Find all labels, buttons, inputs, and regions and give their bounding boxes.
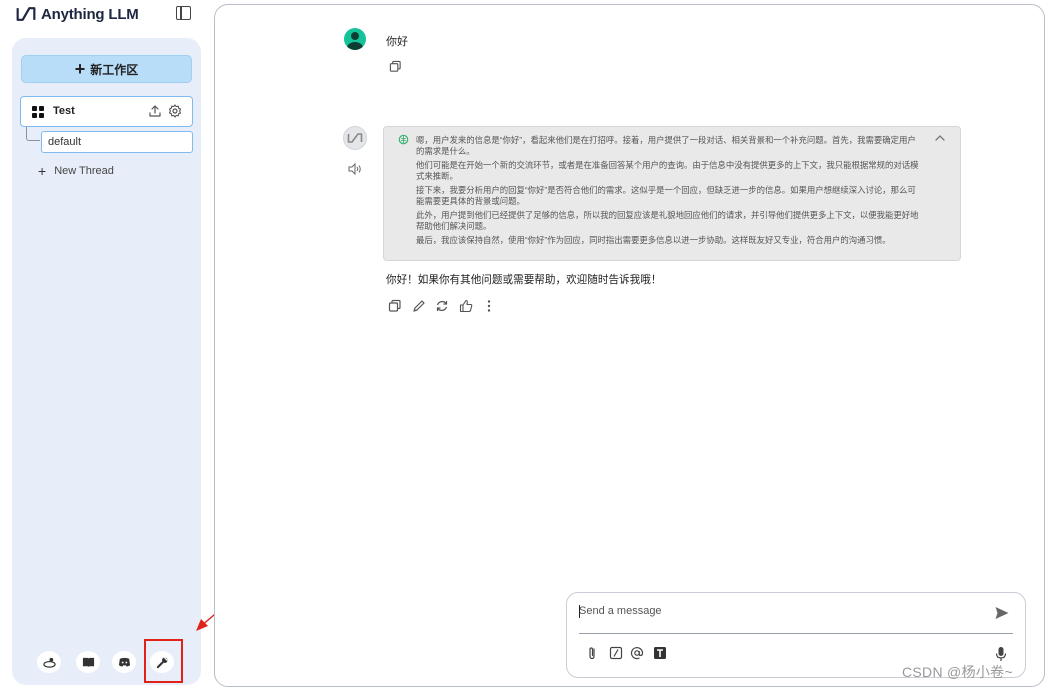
reasoning-paragraph: 接下来，我要分析用户的回复“你好”是否符合他们的需求。这似乎是一个回应，但缺乏进… bbox=[416, 184, 916, 207]
community-icon bbox=[42, 657, 56, 668]
workspace-item-test[interactable]: Test bbox=[20, 96, 193, 127]
composer-divider bbox=[579, 633, 1013, 634]
chat-panel bbox=[214, 4, 1045, 687]
reasoning-paragraph: 嗯，用户发来的信息是“你好”，看起来他们是在打招呼。接着，用户提供了一段对话、相… bbox=[416, 135, 916, 157]
docs-button[interactable] bbox=[76, 651, 100, 673]
new-thread-label: New Thread bbox=[54, 165, 114, 177]
thread-item-default[interactable]: default bbox=[41, 131, 193, 153]
sidebar-toggle-icon[interactable] bbox=[176, 6, 191, 20]
send-icon[interactable] bbox=[994, 605, 1010, 621]
plus-icon: + bbox=[38, 163, 47, 179]
user-avatar bbox=[344, 28, 366, 50]
message-actions bbox=[388, 298, 506, 314]
discord-button[interactable] bbox=[112, 651, 136, 673]
app-logo: Anything LLM bbox=[16, 5, 196, 23]
thread-tree-connector bbox=[26, 127, 40, 141]
reasoning-paragraph: 他们可能是在开始一个新的交流环节，或者是在准备回答某个用户的查询。由于信息中没有… bbox=[416, 159, 919, 182]
assistant-avatar bbox=[343, 126, 367, 150]
thumbs-up-icon[interactable] bbox=[459, 299, 473, 313]
regenerate-icon[interactable] bbox=[435, 299, 449, 313]
user-message-text: 你好 bbox=[386, 36, 408, 48]
assistant-message-text: 你好！如果你有其他问题或需要帮助，欢迎随时告诉我哦！ bbox=[386, 274, 662, 286]
more-options-icon[interactable] bbox=[482, 299, 496, 313]
pencil-icon[interactable] bbox=[412, 299, 426, 313]
paperclip-icon[interactable] bbox=[585, 646, 599, 660]
csdn-watermark: CSDN @杨小卷~ bbox=[902, 664, 1013, 680]
microphone-icon[interactable] bbox=[995, 646, 1007, 662]
new-thread-button[interactable]: + New Thread bbox=[38, 163, 114, 179]
new-workspace-button[interactable]: + 新工作区 bbox=[21, 55, 192, 83]
anything-llm-logo-icon bbox=[16, 7, 36, 21]
text-caret bbox=[579, 605, 580, 618]
brain-icon bbox=[398, 134, 409, 145]
slash-command-icon[interactable] bbox=[609, 646, 623, 660]
upload-icon[interactable] bbox=[148, 104, 162, 118]
gear-icon[interactable] bbox=[168, 104, 182, 118]
speaker-icon[interactable] bbox=[348, 163, 362, 175]
text-size-icon[interactable] bbox=[653, 646, 667, 660]
copy-icon[interactable] bbox=[389, 60, 402, 73]
reasoning-paragraph: 此外，用户提到他们已经提供了足够的信息，所以我的回复应该是礼貌地回应他们的请求，… bbox=[416, 209, 919, 232]
community-hub-button[interactable] bbox=[37, 651, 61, 673]
copy-icon[interactable] bbox=[388, 299, 402, 313]
reasoning-text: 嗯，用户发来的信息是“你好”，看起来他们是在打招呼。接着，用户提供了一段对话、相… bbox=[416, 135, 921, 249]
new-workspace-label: 新工作区 bbox=[90, 62, 139, 77]
reasoning-panel: 嗯，用户发来的信息是“你好”，看起来他们是在打招呼。接着，用户提供了一段对话、相… bbox=[383, 126, 961, 261]
at-mention-icon[interactable] bbox=[630, 646, 644, 660]
workspace-name: Test bbox=[53, 105, 75, 117]
anything-llm-logo-icon bbox=[347, 133, 363, 143]
settings-highlight-box bbox=[144, 639, 183, 683]
discord-icon bbox=[118, 657, 130, 667]
app-name: Anything LLM bbox=[41, 5, 139, 23]
reasoning-paragraph: 最后，我应该保持自然，使用“你好”作为回应，同时指出需要更多信息以进一步协助。这… bbox=[416, 234, 891, 245]
message-input[interactable] bbox=[579, 599, 979, 623]
chevron-up-icon[interactable] bbox=[934, 133, 946, 143]
plus-icon: + bbox=[74, 59, 86, 79]
workspace-grid-icon bbox=[32, 106, 44, 118]
book-icon bbox=[82, 657, 94, 667]
